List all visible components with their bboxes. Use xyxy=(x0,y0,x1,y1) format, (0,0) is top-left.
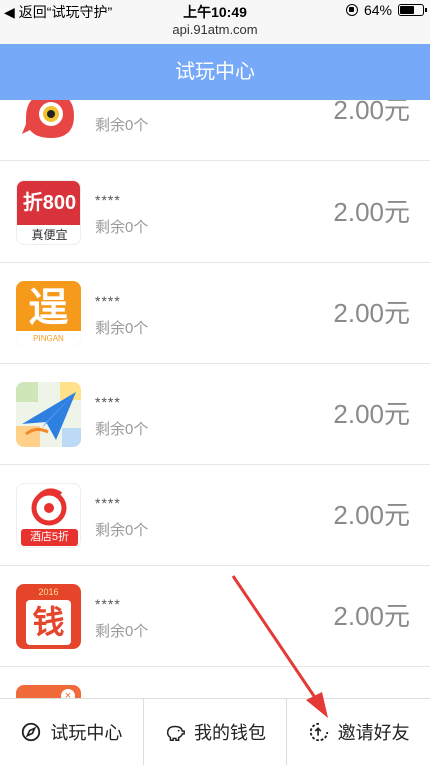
money-app-icon: 2016 钱 xyxy=(16,584,81,649)
bottom-tab-bar: 试玩中心 我的钱包 邀请好友 xyxy=(0,698,430,765)
list-item[interactable]: × xyxy=(0,667,430,698)
app-reward: 2.00元 xyxy=(333,500,410,530)
red-monster-app-icon xyxy=(16,100,81,143)
page-title: 试玩中心 xyxy=(175,61,255,83)
app-name: **** xyxy=(95,100,121,106)
app-name: **** xyxy=(95,394,121,410)
app-remaining: 剩余0个 xyxy=(95,421,149,438)
money-logo-year: 2016 xyxy=(38,587,59,597)
list-item[interactable]: **** 剩余0个 2.00元 xyxy=(0,364,430,465)
tab-invite-friends[interactable]: 邀请好友 xyxy=(287,699,430,765)
tab-label: 我的钱包 xyxy=(194,723,266,743)
rotation-lock-icon xyxy=(345,4,358,16)
app-remaining: 剩余0个 xyxy=(95,219,149,236)
hotel-logo-sub: 酒店5折 xyxy=(21,529,78,546)
pingan-logo-glyph: 逞 xyxy=(28,286,69,330)
app-remaining: 剩余0个 xyxy=(95,117,149,134)
close-icon: × xyxy=(61,689,75,698)
app-name: **** xyxy=(95,192,121,208)
tab-label: 试玩中心 xyxy=(50,723,123,743)
app-reward: 2.00元 xyxy=(333,100,410,125)
list-item[interactable]: 折800 真便宜 **** 剩余0个 2.00元 xyxy=(0,162,430,263)
zhe800-app-icon: 折800 真便宜 xyxy=(16,180,81,245)
page-url: api.91atm.com xyxy=(172,22,258,37)
tab-my-wallet[interactable]: 我的钱包 xyxy=(144,699,288,765)
app-remaining: 剩余0个 xyxy=(95,522,149,539)
app-remaining: 剩余0个 xyxy=(95,623,149,640)
zhe800-logo-sub: 真便宜 xyxy=(31,228,68,242)
zhe800-logo-text: 折800 xyxy=(17,181,80,225)
status-bar: ◀ 返回“试玩守护” 上午10:49 api.91atm.com 64% xyxy=(0,0,430,44)
app-reward: 2.00元 xyxy=(333,197,410,227)
app-name: **** xyxy=(95,293,121,309)
piggy-bank-icon xyxy=(166,725,185,741)
list-item[interactable]: 2016 钱 **** 剩余0个 2.00元 xyxy=(0,566,430,667)
partial-app-icon: × xyxy=(16,685,81,698)
app-reward: 2.00元 xyxy=(333,298,410,328)
battery-icon xyxy=(398,4,427,16)
share-icon xyxy=(309,722,328,742)
tab-label: 邀请好友 xyxy=(337,723,410,743)
app-name: **** xyxy=(95,495,121,511)
compass-icon xyxy=(22,722,41,742)
app-remaining: 剩余0个 xyxy=(95,320,149,337)
app-reward: 2.00元 xyxy=(333,601,410,631)
list-item[interactable]: 酒店5折 **** 剩余0个 2.00元 xyxy=(0,465,430,566)
app-name: **** xyxy=(95,596,121,612)
hotel-app-icon: 酒店5折 xyxy=(16,483,81,548)
list-item[interactable]: 逞 PINGAN **** 剩余0个 2.00元 xyxy=(0,263,430,364)
page-title-bar: 试玩中心 xyxy=(0,44,430,100)
pingan-logo-sub: PINGAN xyxy=(16,331,81,346)
battery-percent: 64% xyxy=(363,2,392,18)
status-right: 64% xyxy=(345,2,427,18)
tab-trial-center[interactable]: 试玩中心 xyxy=(0,699,144,765)
paper-plane-map-app-icon xyxy=(16,382,81,447)
money-logo-glyph: 钱 xyxy=(26,600,71,645)
trial-app-list[interactable]: **** 剩余0个 2.00元 折800 真便宜 **** 剩余0个 2.00元… xyxy=(0,100,430,698)
pingan-app-icon: 逞 PINGAN xyxy=(16,281,81,346)
list-item[interactable]: **** 剩余0个 2.00元 xyxy=(0,100,430,161)
app-reward: 2.00元 xyxy=(333,399,410,429)
